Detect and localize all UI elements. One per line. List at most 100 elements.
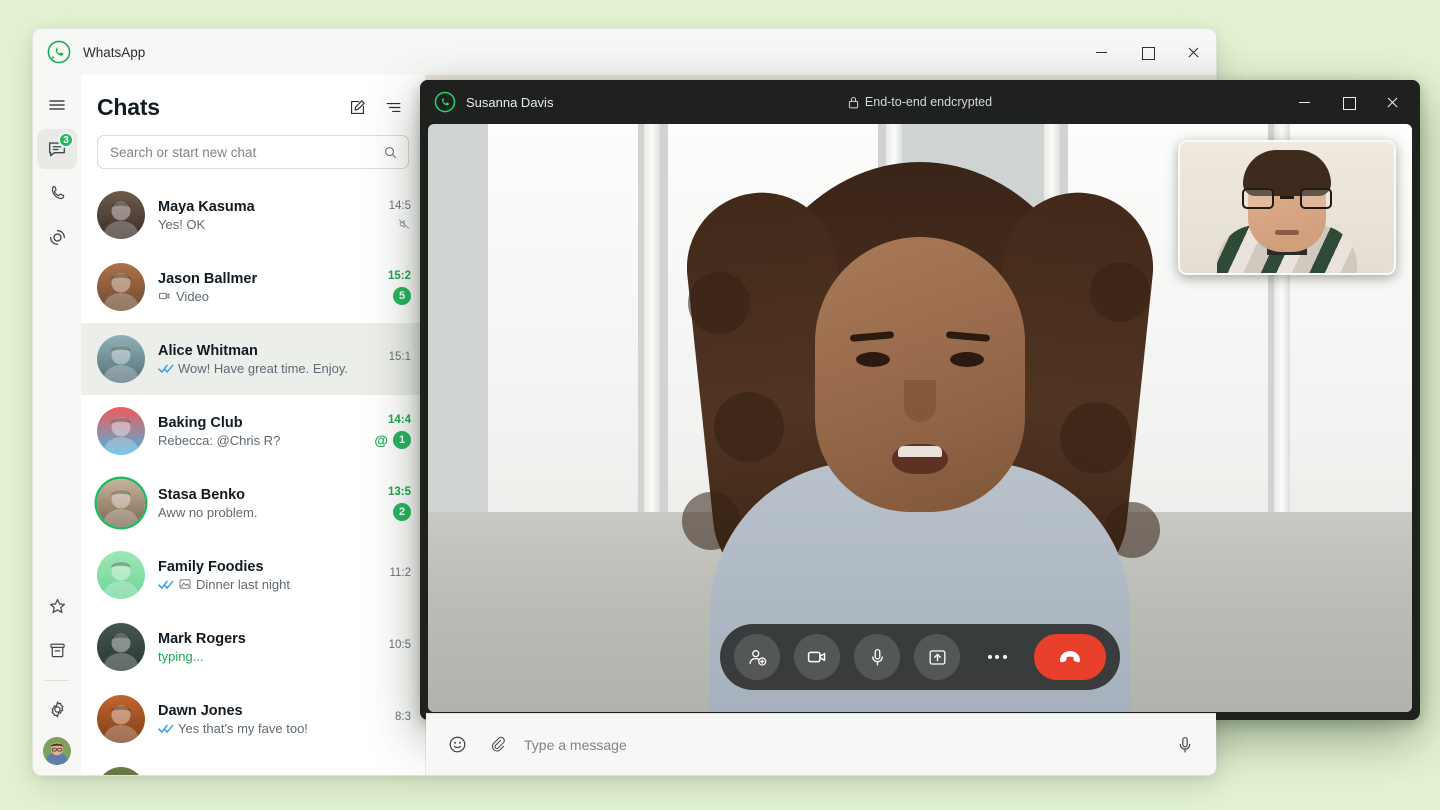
profile-avatar[interactable] — [43, 737, 71, 765]
sidebar-item-archived[interactable] — [37, 630, 77, 670]
rail-divider — [45, 680, 69, 681]
sidebar-item-settings[interactable] — [37, 689, 77, 729]
star-icon — [49, 598, 65, 613]
avatar — [97, 335, 145, 383]
maximize-icon — [1141, 46, 1155, 60]
chat-item-text: Baking Club Rebecca: @Chris R? — [158, 415, 365, 448]
image-icon — [179, 579, 191, 589]
hair-curl — [1060, 402, 1132, 474]
app-title: WhatsApp — [83, 44, 146, 60]
chat-item-text: Mark Rogers typing... — [158, 631, 365, 664]
add-person-icon — [748, 649, 766, 666]
chat-list-item[interactable]: Alice Whitman Wow! Have great time. Enjoy… — [81, 323, 425, 395]
chat-item-meta: 15:1 — [365, 351, 411, 368]
self-view-mouth — [1275, 230, 1299, 235]
chat-list-item[interactable]: Stasa Benko Aww no problem. 13:5 2 — [81, 467, 425, 539]
message-ticks — [158, 363, 174, 374]
close-button[interactable] — [1170, 29, 1216, 75]
chat-item-time: 14:5 — [388, 199, 411, 212]
chat-list-item[interactable]: Ziggy Woodley8:13 — [81, 755, 425, 775]
chat-item-meta: 10:5 — [365, 639, 411, 656]
close-icon — [1387, 97, 1398, 108]
chat-list[interactable]: Maya Kasuma Yes! OK 14:5 Jason Ballmer Video… — [81, 179, 425, 775]
eye — [856, 352, 890, 367]
chat-item-time: 10:5 — [388, 638, 411, 651]
share-screen-button[interactable] — [914, 634, 960, 680]
new-chat-button[interactable] — [341, 91, 373, 123]
sidebar-item-calls[interactable] — [37, 173, 77, 213]
chat-item-text: Family Foodies Dinner last night — [158, 559, 365, 592]
chat-list-item[interactable]: Baking Club Rebecca: @Chris R? 14:4 @1 — [81, 395, 425, 467]
voice-message-button[interactable] — [1172, 732, 1198, 758]
hamburger-menu-button[interactable] — [37, 85, 77, 125]
search-container — [81, 131, 425, 179]
call-close-button[interactable] — [1370, 80, 1414, 124]
microphone-icon — [1179, 736, 1191, 753]
video-call-window: Susanna Davis End-to-end endcrypted — [420, 80, 1420, 720]
paperclip-icon — [491, 736, 505, 752]
avatar-image — [97, 623, 145, 671]
chat-item-preview: Wow! Have great time. Enjoy. — [158, 361, 365, 376]
emoji-button[interactable] — [444, 732, 470, 758]
chat-item-indicators: 5 — [393, 286, 411, 305]
search-box[interactable] — [97, 135, 409, 169]
chat-item-indicators: 2 — [393, 502, 411, 521]
chat-list-item[interactable]: Mark Rogers typing... 10:5 — [81, 611, 425, 683]
chat-list-item[interactable]: Jason Ballmer Video 15:2 5 — [81, 251, 425, 323]
chat-item-preview: Dinner last night — [158, 577, 365, 592]
avatar-image — [43, 737, 71, 765]
call-minimize-button[interactable] — [1282, 80, 1326, 124]
chat-list-panel: Chats Search or start new chat Maya Kasu… — [81, 75, 426, 775]
chat-item-name: Family Foodies — [158, 558, 264, 575]
chat-item-meta: 8:3 — [365, 711, 411, 728]
chat-header-actions — [341, 91, 409, 123]
avatar — [97, 623, 145, 671]
status-icon — [49, 229, 65, 245]
chat-list-item[interactable]: Family Foodies Dinner last night 11:2 — [81, 539, 425, 611]
search-icon — [385, 146, 396, 158]
chat-item-text: Stasa Benko Aww no problem. — [158, 487, 365, 520]
encryption-text: End-to-end endcrypted — [864, 95, 993, 109]
chat-item-text: Jason Ballmer Video — [158, 271, 365, 304]
self-video-preview[interactable] — [1178, 140, 1396, 275]
chat-item-name: Stasa Benko — [158, 486, 246, 503]
avatar — [97, 263, 145, 311]
page-title: Chats — [97, 93, 160, 120]
chat-item-meta: 14:5 — [365, 200, 411, 231]
hair-curl — [714, 392, 784, 462]
chat-item-time: 15:1 — [388, 350, 411, 363]
filter-chats-button[interactable] — [377, 91, 409, 123]
toggle-camera-button[interactable] — [794, 634, 840, 680]
call-control-bar — [720, 624, 1120, 690]
video-icon — [159, 292, 170, 300]
sidebar-item-chats[interactable]: 3 — [37, 129, 77, 169]
avatar — [97, 767, 145, 775]
add-participant-button[interactable] — [734, 634, 780, 680]
emoji-icon — [449, 736, 465, 753]
chat-list-item[interactable]: Maya Kasuma Yes! OK 14:5 — [81, 179, 425, 251]
chat-item-time: 13:5 — [387, 485, 411, 498]
end-call-button[interactable] — [1034, 634, 1106, 680]
chat-item-meta: 11:2 — [365, 567, 411, 584]
minimize-button[interactable] — [1078, 29, 1124, 75]
search-input[interactable] — [110, 144, 383, 160]
unread-badge: 1 — [393, 430, 411, 449]
toggle-microphone-button[interactable] — [854, 634, 900, 680]
chat-item-name: Jason Ballmer — [158, 270, 258, 287]
eyeglasses — [1242, 188, 1274, 209]
avatar-image — [97, 335, 145, 383]
hair-curl — [688, 272, 750, 334]
sidebar-item-starred[interactable] — [37, 586, 77, 626]
teeth — [898, 446, 942, 457]
maximize-button[interactable] — [1124, 29, 1170, 75]
chat-list-item[interactable]: Dawn Jones Yes that's my fave too! 8:3 — [81, 683, 425, 755]
share-screen-icon — [928, 649, 946, 665]
chat-item-name: Alice Whitman — [158, 342, 258, 359]
read-ticks-icon — [158, 580, 174, 589]
more-options-button[interactable] — [974, 634, 1020, 680]
message-input[interactable] — [524, 736, 1158, 753]
sidebar-item-status[interactable] — [37, 217, 77, 257]
call-maximize-button[interactable] — [1326, 80, 1370, 124]
encryption-indicator: End-to-end endcrypted — [420, 95, 1420, 109]
attach-button[interactable] — [484, 732, 510, 758]
